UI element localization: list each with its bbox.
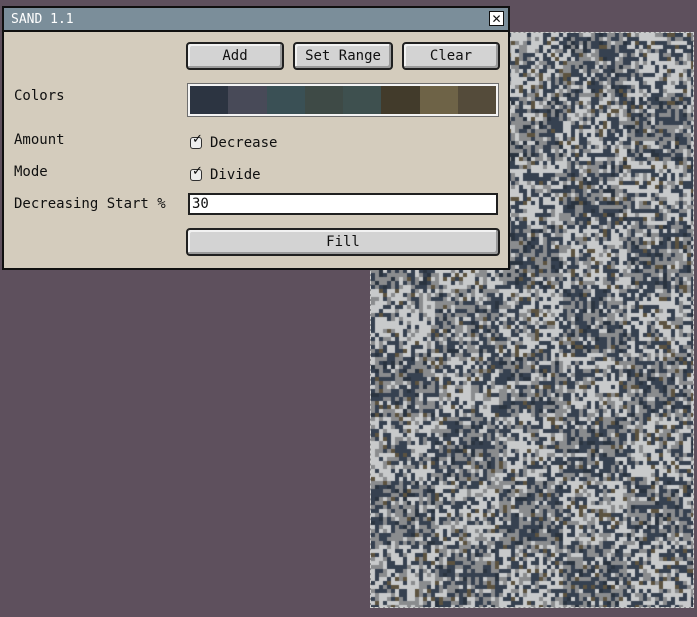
dialog-title: SAND 1.1 xyxy=(11,12,74,27)
decrease-checkbox-label: Decrease xyxy=(210,135,278,151)
decreasing-start-input[interactable]: 30 xyxy=(188,193,498,215)
checkbox-checked-icon[interactable]: ✓ xyxy=(190,133,203,149)
amount-label: Amount xyxy=(14,132,65,148)
palette-swatch[interactable] xyxy=(228,86,267,114)
sand-dialog: SAND 1.1 ✕ Add Set Range Clear Colors Am… xyxy=(2,6,510,270)
color-palette[interactable] xyxy=(187,83,499,117)
palette-swatch[interactable] xyxy=(266,86,305,114)
add-button[interactable]: Add xyxy=(186,42,284,70)
palette-swatch[interactable] xyxy=(304,86,343,114)
divide-checkbox-label: Divide xyxy=(210,167,261,183)
dialog-titlebar[interactable]: SAND 1.1 ✕ xyxy=(4,8,508,32)
decrease-checkbox[interactable]: ✓ Decrease xyxy=(190,133,278,151)
palette-swatch[interactable] xyxy=(190,86,229,114)
fill-button[interactable]: Fill xyxy=(186,228,500,256)
palette-swatch[interactable] xyxy=(419,86,458,114)
palette-swatch[interactable] xyxy=(381,86,420,114)
divide-checkbox[interactable]: ✓ Divide xyxy=(190,165,261,183)
set-range-button[interactable]: Set Range xyxy=(293,42,393,70)
colors-label: Colors xyxy=(14,88,65,104)
checkbox-checked-icon[interactable]: ✓ xyxy=(190,165,203,181)
clear-button[interactable]: Clear xyxy=(402,42,500,70)
decreasing-start-label: Decreasing Start % xyxy=(14,196,166,212)
close-icon[interactable]: ✕ xyxy=(489,11,504,26)
palette-swatch[interactable] xyxy=(457,86,496,114)
palette-swatch[interactable] xyxy=(343,86,382,114)
mode-label: Mode xyxy=(14,164,48,180)
